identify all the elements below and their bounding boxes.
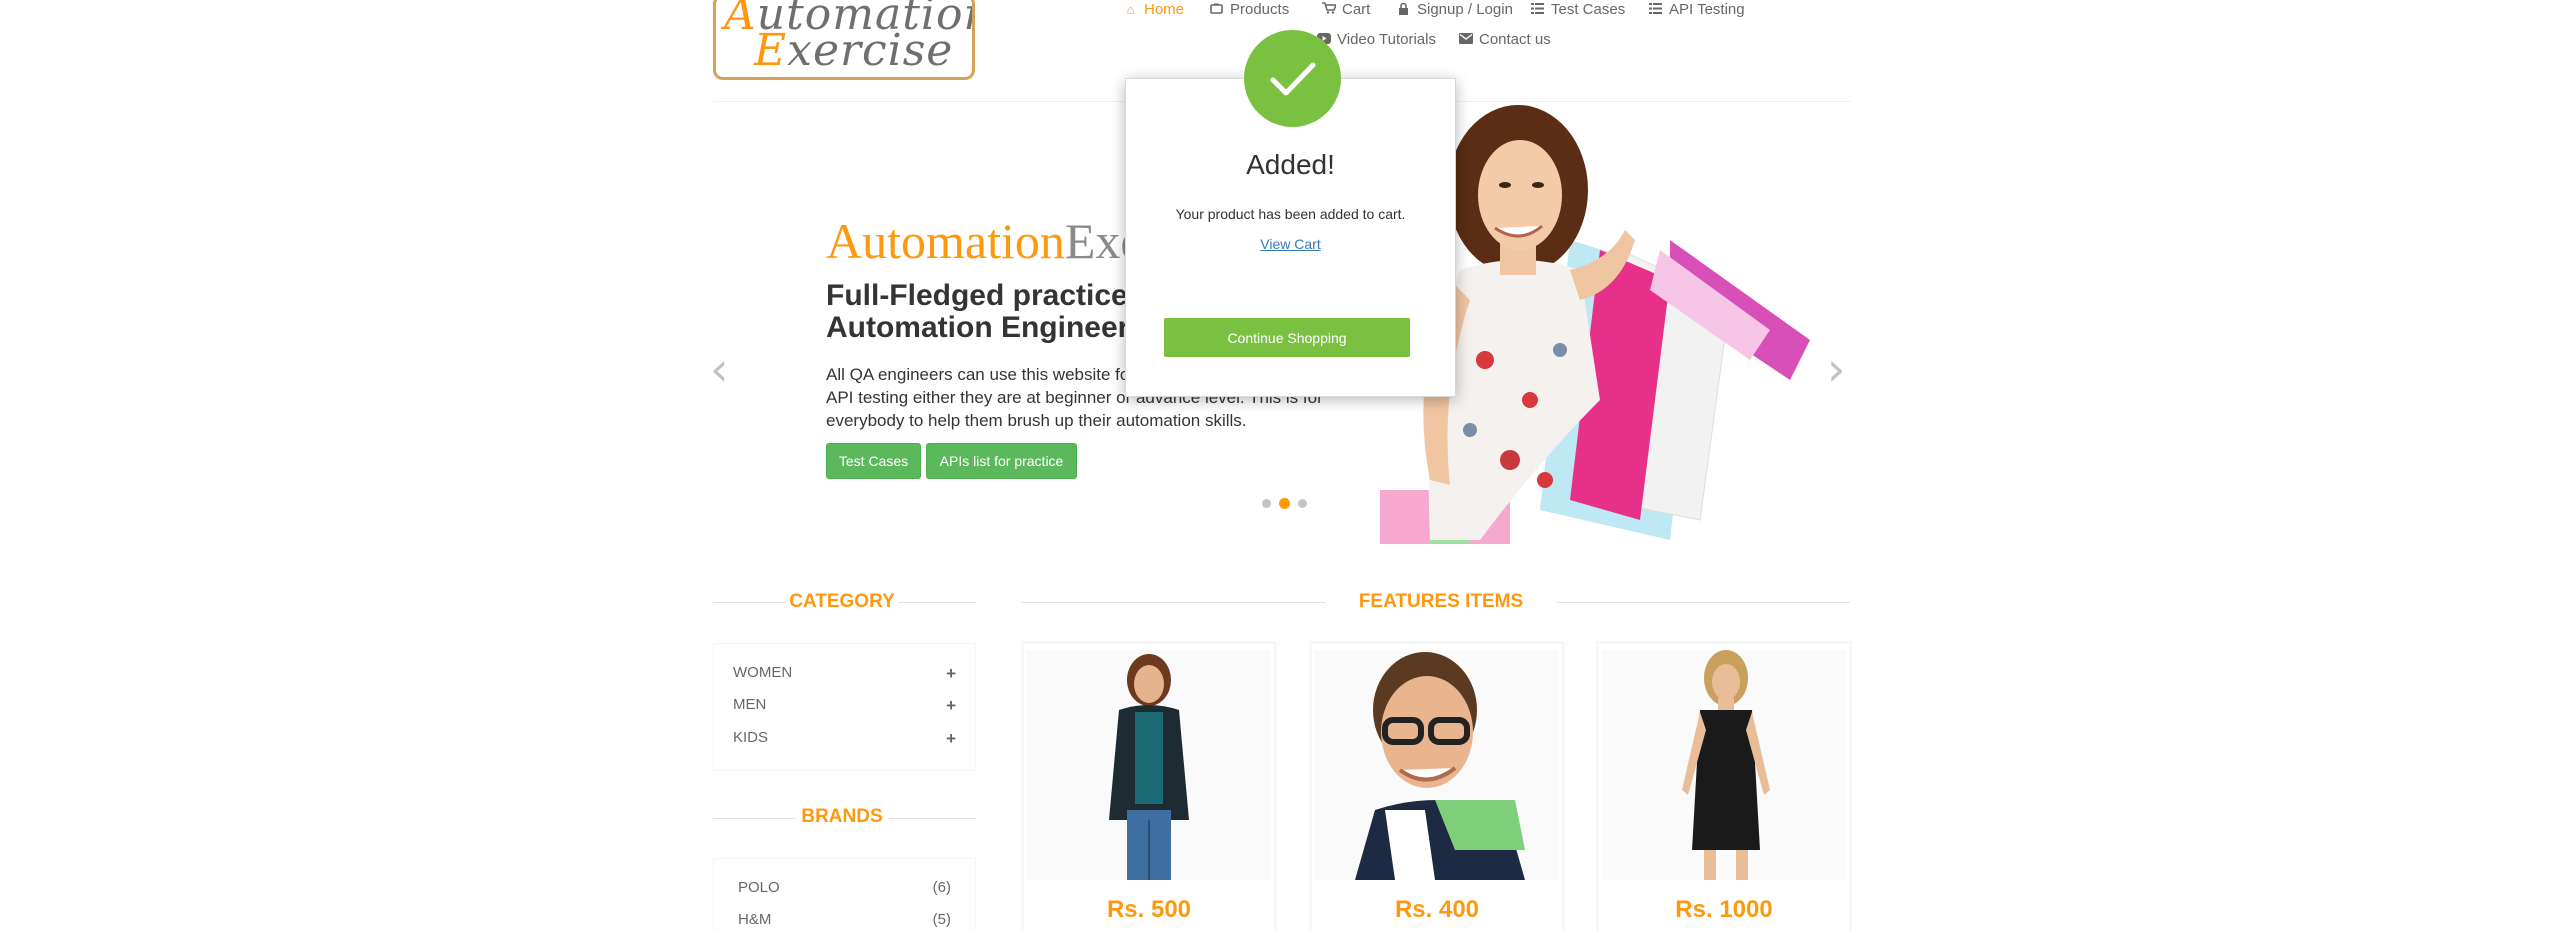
product-card: Rs. 500: [1021, 641, 1277, 931]
brands-title-line: [888, 818, 976, 819]
success-check-icon: [1244, 30, 1341, 127]
lock-icon: [1396, 2, 1411, 18]
features-title-line: [1021, 602, 1326, 603]
nav-signup-login[interactable]: Signup / Login: [1396, 1, 1513, 18]
brand-item-polo[interactable]: POLO (6): [738, 879, 951, 896]
continue-shopping-button[interactable]: Continue Shopping: [1164, 318, 1410, 357]
product-card: Rs. 400: [1309, 641, 1565, 931]
features-title-line: [1556, 602, 1850, 603]
carousel-indicators: [1262, 498, 1307, 509]
plus-icon[interactable]: +: [946, 729, 956, 749]
brands-title: BRANDS: [801, 806, 883, 827]
plus-icon[interactable]: +: [946, 664, 956, 684]
envelope-icon: [1458, 32, 1473, 47]
list-icon: [1530, 2, 1545, 17]
product-image-woman-cardigan[interactable]: [1027, 650, 1271, 880]
modal-title: Added!: [1246, 149, 1335, 180]
view-cart-link[interactable]: View Cart: [1126, 236, 1455, 252]
category-item-men[interactable]: MEN +: [733, 696, 956, 716]
apis-list-button[interactable]: APIs list for practice: [926, 443, 1077, 479]
product-card: Rs. 1000: [1596, 641, 1852, 931]
carousel-dot-active[interactable]: [1279, 498, 1290, 509]
product-price: Rs. 400: [1394, 896, 1480, 923]
product-image-black-dress[interactable]: [1602, 650, 1846, 880]
nav-home[interactable]: ⌂ Home: [1123, 1, 1184, 18]
nav-products[interactable]: Products: [1209, 1, 1289, 18]
nav-test-cases[interactable]: Test Cases: [1530, 1, 1625, 18]
category-title-line: [713, 602, 786, 603]
cart-icon: [1321, 2, 1337, 17]
product-image-man-polo[interactable]: [1315, 650, 1559, 880]
features-title: FEATURES ITEMS: [1358, 591, 1524, 612]
category-title: CATEGORY: [789, 591, 895, 612]
carousel-dot[interactable]: [1298, 499, 1307, 508]
carousel-dot[interactable]: [1262, 499, 1271, 508]
brand-item-hm[interactable]: H&M (5): [738, 911, 951, 928]
list-icon: [1648, 2, 1663, 17]
hero-brand-title: AutomationExe: [826, 213, 1143, 269]
brands-title-line: [713, 818, 796, 819]
nav-contact-us[interactable]: Contact us: [1458, 31, 1551, 48]
modal-message: Your product has been added to cart.: [1175, 206, 1406, 222]
category-title-line: [898, 602, 976, 603]
shirt-icon: [1209, 2, 1224, 17]
product-price: Rs. 500: [1106, 896, 1192, 923]
category-item-women[interactable]: WOMEN +: [733, 664, 956, 684]
category-panel: WOMEN + MEN + KIDS +: [713, 643, 976, 771]
nav-video-tutorials[interactable]: Video Tutorials: [1316, 31, 1436, 48]
nav-api-testing[interactable]: API Testing: [1648, 1, 1745, 18]
nav-cart[interactable]: Cart: [1321, 1, 1370, 18]
home-icon: ⌂: [1126, 2, 1135, 17]
test-cases-button[interactable]: Test Cases: [826, 443, 921, 479]
brands-panel: POLO (6) H&M (5): [713, 858, 976, 931]
plus-icon[interactable]: +: [946, 696, 956, 716]
category-item-kids[interactable]: KIDS +: [733, 729, 956, 749]
site-logo[interactable]: Automation Exercise: [713, 0, 975, 80]
product-price: Rs. 1000: [1675, 896, 1773, 923]
carousel-prev-icon[interactable]: ‹: [710, 342, 728, 396]
